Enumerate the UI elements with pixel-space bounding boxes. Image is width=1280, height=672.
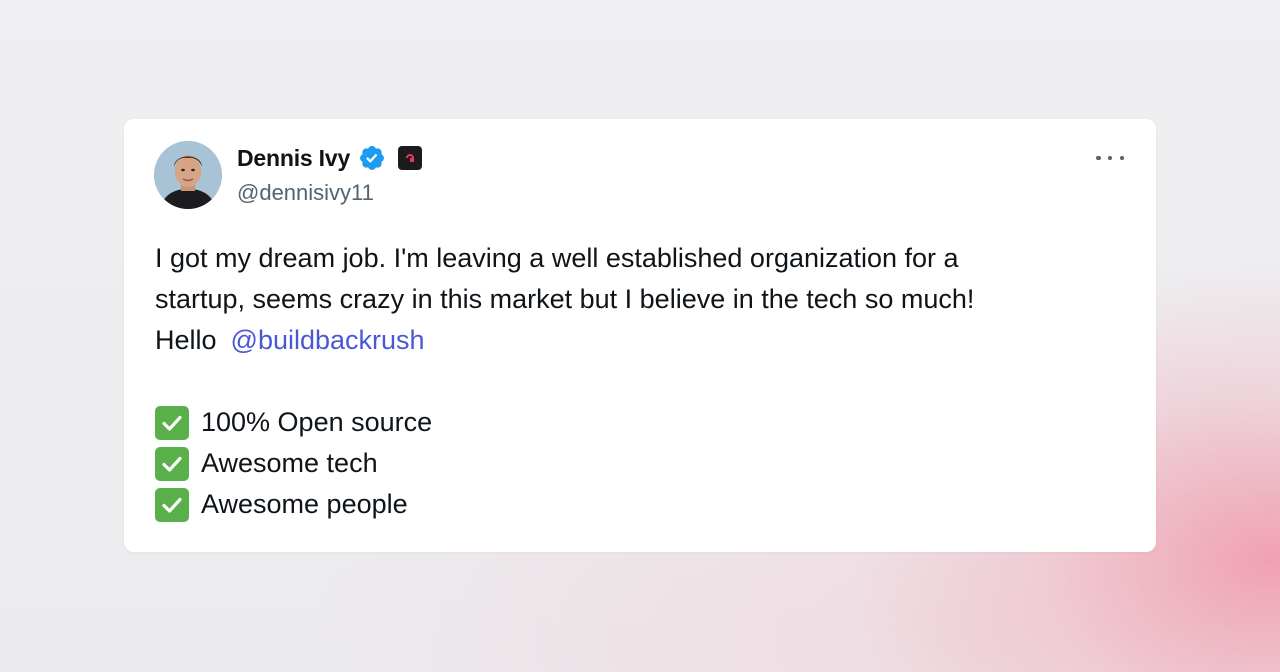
tweet-text-line: startup, seems crazy in this market but … <box>155 284 975 314</box>
tweet-text-line: I got my dream job. I'm leaving a well e… <box>155 243 959 273</box>
checklist-item: 100% Open source <box>155 402 1115 443</box>
author-display-name[interactable]: Dennis Ivy <box>237 145 350 172</box>
user-avatar-photo-icon <box>154 141 222 209</box>
tweet-text: I got my dream job. I'm leaving a well e… <box>155 238 1115 525</box>
dot <box>1107 155 1113 161</box>
checklist-item: Awesome tech <box>155 443 1115 484</box>
verified-badge-icon[interactable] <box>358 144 386 172</box>
tweet-card: Dennis Ivy @dennisivy11 I got my dream j… <box>124 119 1156 552</box>
check-mark-icon <box>155 405 189 440</box>
dot <box>1096 155 1101 161</box>
checklist-item-label: 100% Open source <box>201 407 433 437</box>
author-handle[interactable]: @dennisivy11 <box>237 180 374 206</box>
user-avatar[interactable] <box>154 141 222 209</box>
tweet-hello-line: Hello @buildbackrush <box>155 320 1115 361</box>
more-options-icon[interactable] <box>1096 153 1124 163</box>
dot <box>1119 155 1124 161</box>
check-mark-icon <box>155 446 189 481</box>
author-name-row: Dennis Ivy <box>237 143 423 173</box>
mention-link[interactable]: @buildbackrush <box>231 325 425 355</box>
hello-text: Hello <box>155 325 217 355</box>
check-mark-icon <box>155 487 189 522</box>
checklist-item-label: Awesome people <box>201 489 408 519</box>
checklist-item-label: Awesome tech <box>201 448 378 478</box>
organization-badge-icon[interactable] <box>398 146 423 170</box>
checklist-item: Awesome people <box>155 484 1115 525</box>
